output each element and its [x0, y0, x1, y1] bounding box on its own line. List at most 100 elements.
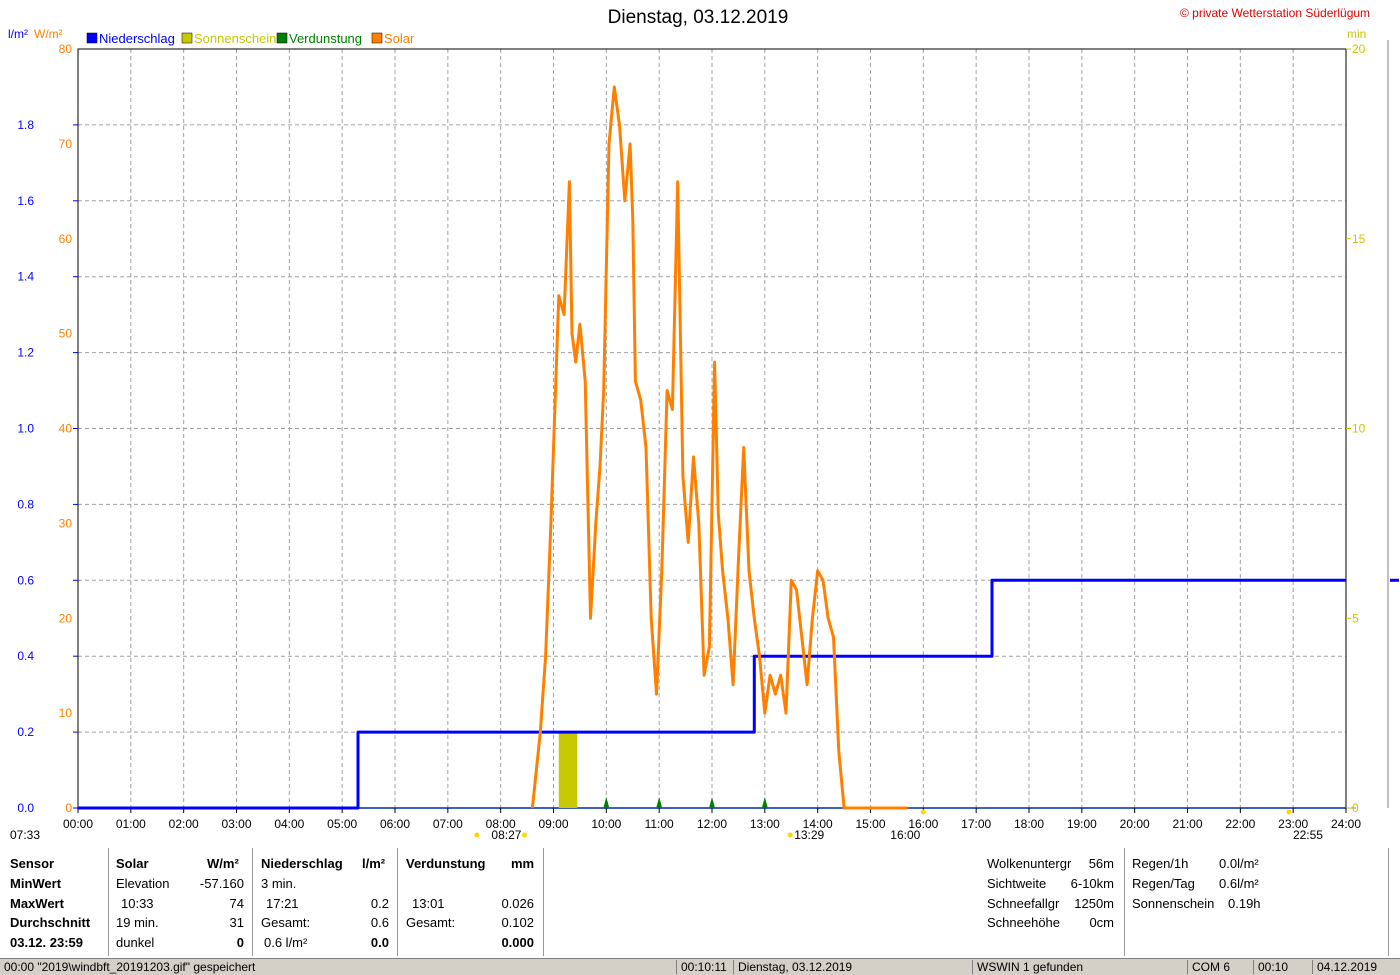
sun-marker-label: 08:27	[491, 828, 521, 842]
x-tick-label: 13:00	[750, 817, 780, 831]
solar-row-0-label: Elevation	[116, 876, 170, 891]
minute-tick-label: 20	[1352, 42, 1366, 56]
solar-row-3-value: 0	[236, 935, 244, 950]
precip-tick-label: 1.6	[17, 194, 34, 208]
x-tick-label: 07:00	[433, 817, 463, 831]
weather-row-3-label: Schneehöhe	[987, 915, 1061, 930]
x-tick-label: 22:00	[1225, 817, 1255, 831]
sun-marker-label: 16:00	[890, 828, 920, 842]
weather-row-2-value: 1250m	[1074, 896, 1114, 911]
status-device: WSWIN 1 gefunden	[972, 960, 1083, 974]
x-tick-label: 20:00	[1120, 817, 1150, 831]
weather-row-2-label: Schneefallgr	[987, 896, 1060, 911]
sun-marker	[474, 832, 480, 838]
x-tick-label: 03:00	[221, 817, 251, 831]
precip-row-2-label: Gesamt:	[261, 915, 311, 930]
sun-marker	[787, 832, 793, 838]
solar-unit-label: W/m²	[34, 27, 63, 41]
sun-marker-label: 13:29	[794, 828, 824, 842]
precip-tick-label: 0.8	[17, 497, 34, 511]
evaporation-mark	[709, 797, 715, 808]
x-tick-label: 11:00	[645, 817, 674, 831]
evaporation-mark	[761, 797, 768, 808]
evap-unit: mm	[511, 856, 535, 871]
chart-lines	[78, 85, 1399, 810]
precip-tick-label: 1.0	[17, 422, 34, 436]
solar-tick-label: 70	[59, 137, 73, 151]
precip-row-1-label: 17:21	[266, 896, 299, 911]
weather-row-0-value: 56m	[1088, 856, 1114, 871]
solar-tick-label: 20	[59, 611, 73, 625]
x-tick-label: 04:00	[274, 817, 304, 831]
chart-axes	[73, 40, 1389, 813]
legend-swatch	[371, 32, 383, 44]
precip-unit-label: l/m²	[8, 27, 28, 41]
evaporation-mark	[603, 797, 610, 808]
durchschnitt-label: Durchschnitt	[10, 915, 91, 930]
minute-tick-label: 5	[1352, 611, 1359, 625]
precip-row-3-value: 0.0	[370, 935, 389, 950]
status-date: 04.12.2019	[1312, 960, 1377, 974]
maxwert-label: MaxWert	[10, 896, 64, 911]
x-tick-label: 12:00	[697, 817, 727, 831]
legend-label: Niederschlag	[99, 31, 175, 46]
sunshine-bars	[558, 732, 578, 808]
precip-tick-label: 1.4	[17, 270, 34, 284]
rain-row-1-label: Regen/Tag	[1132, 876, 1195, 891]
x-tick-label: 09:00	[538, 817, 568, 831]
minwert-label: MinWert	[10, 876, 62, 891]
precip-row-0-label: 3 min.	[261, 876, 297, 891]
solar-unit: W/m²	[207, 856, 239, 871]
precip-tick-label: 0.0	[17, 801, 34, 815]
x-tick-label: 15:00	[855, 817, 885, 831]
precip-tick-label: 1.2	[17, 346, 34, 360]
x-tick-label: 17:00	[961, 817, 991, 831]
evaporation-mark	[656, 797, 663, 808]
status-clock: 00:10	[1253, 960, 1288, 974]
chart-legend: Niederschlag Sonnenschein Verdunstung Solar	[86, 31, 415, 46]
legend-swatch	[276, 32, 288, 44]
solar-tick-label: 0	[65, 801, 72, 815]
sun-marker-label: 22:55	[1293, 828, 1323, 842]
solar-tick-label: 80	[59, 42, 73, 56]
x-tick-label: 21:00	[1172, 817, 1202, 831]
precip-row-3-label: 0.6 l/m²	[264, 935, 308, 950]
precip-tick-label: 0.4	[17, 649, 34, 663]
precip-tick-label: 0.6	[17, 573, 34, 587]
solar-row-1-label: 10:33	[121, 896, 154, 911]
x-tick-label: 10:00	[591, 817, 621, 831]
solar-tick-label: 40	[59, 422, 73, 436]
solar-row-0-value: -57.160	[199, 876, 244, 891]
evap-row-2-label: Gesamt:	[406, 915, 456, 930]
weather-row-3-value: 0cm	[1089, 915, 1114, 930]
solar-tick-label: 50	[59, 327, 73, 341]
legend-swatch	[181, 32, 193, 44]
solar-row-1-value: 74	[229, 896, 244, 911]
weather-chart: 0.0 0.2 0.4 0.6 0.8 1.0 1.2 1.4 1.6 1.8 0 10 20 30 40 5…	[8, 27, 1399, 842]
minute-tick-label: 0	[1352, 801, 1359, 815]
legend-swatch	[86, 32, 98, 44]
evap-row-1-value: 0.026	[501, 896, 534, 911]
status-bar: 00:00 "2019\windbft_20191203.gif" gespei…	[0, 958, 1400, 975]
solar-tick-label: 60	[59, 232, 73, 246]
x-tick-label: 18:00	[1014, 817, 1044, 831]
x-tick-label: 01:00	[116, 817, 146, 831]
solar-row-2-label: 19 min.	[116, 915, 159, 930]
x-tick-label: 19:00	[1067, 817, 1097, 831]
solar-tick-label: 30	[59, 516, 73, 530]
minute-tick-label: 10	[1352, 422, 1366, 436]
minute-tick-label: 15	[1352, 232, 1366, 246]
status-message: 00:00 "2019\windbft_20191203.gif" gespei…	[4, 960, 256, 974]
precip-row-1-value: 0.2	[370, 896, 389, 911]
evap-row-3-value: 0.000	[501, 935, 534, 950]
x-tick-label: 06:00	[380, 817, 410, 831]
sensor-header: Sensor	[10, 856, 55, 871]
rain-row-0-value: 0.0l/m²	[1219, 856, 1259, 871]
weather-row-1-label: Sichtweite	[987, 876, 1047, 891]
date-time-label: 03.12. 23:59	[10, 935, 84, 950]
solar-row-3-label: dunkel	[116, 935, 155, 950]
precip-header: Niederschlag	[261, 856, 343, 871]
precip-row-2-value: 0.6	[370, 915, 389, 930]
status-time: 00:10:11	[676, 960, 727, 974]
rain-row-2-label: Sonnenschein	[1132, 896, 1215, 911]
